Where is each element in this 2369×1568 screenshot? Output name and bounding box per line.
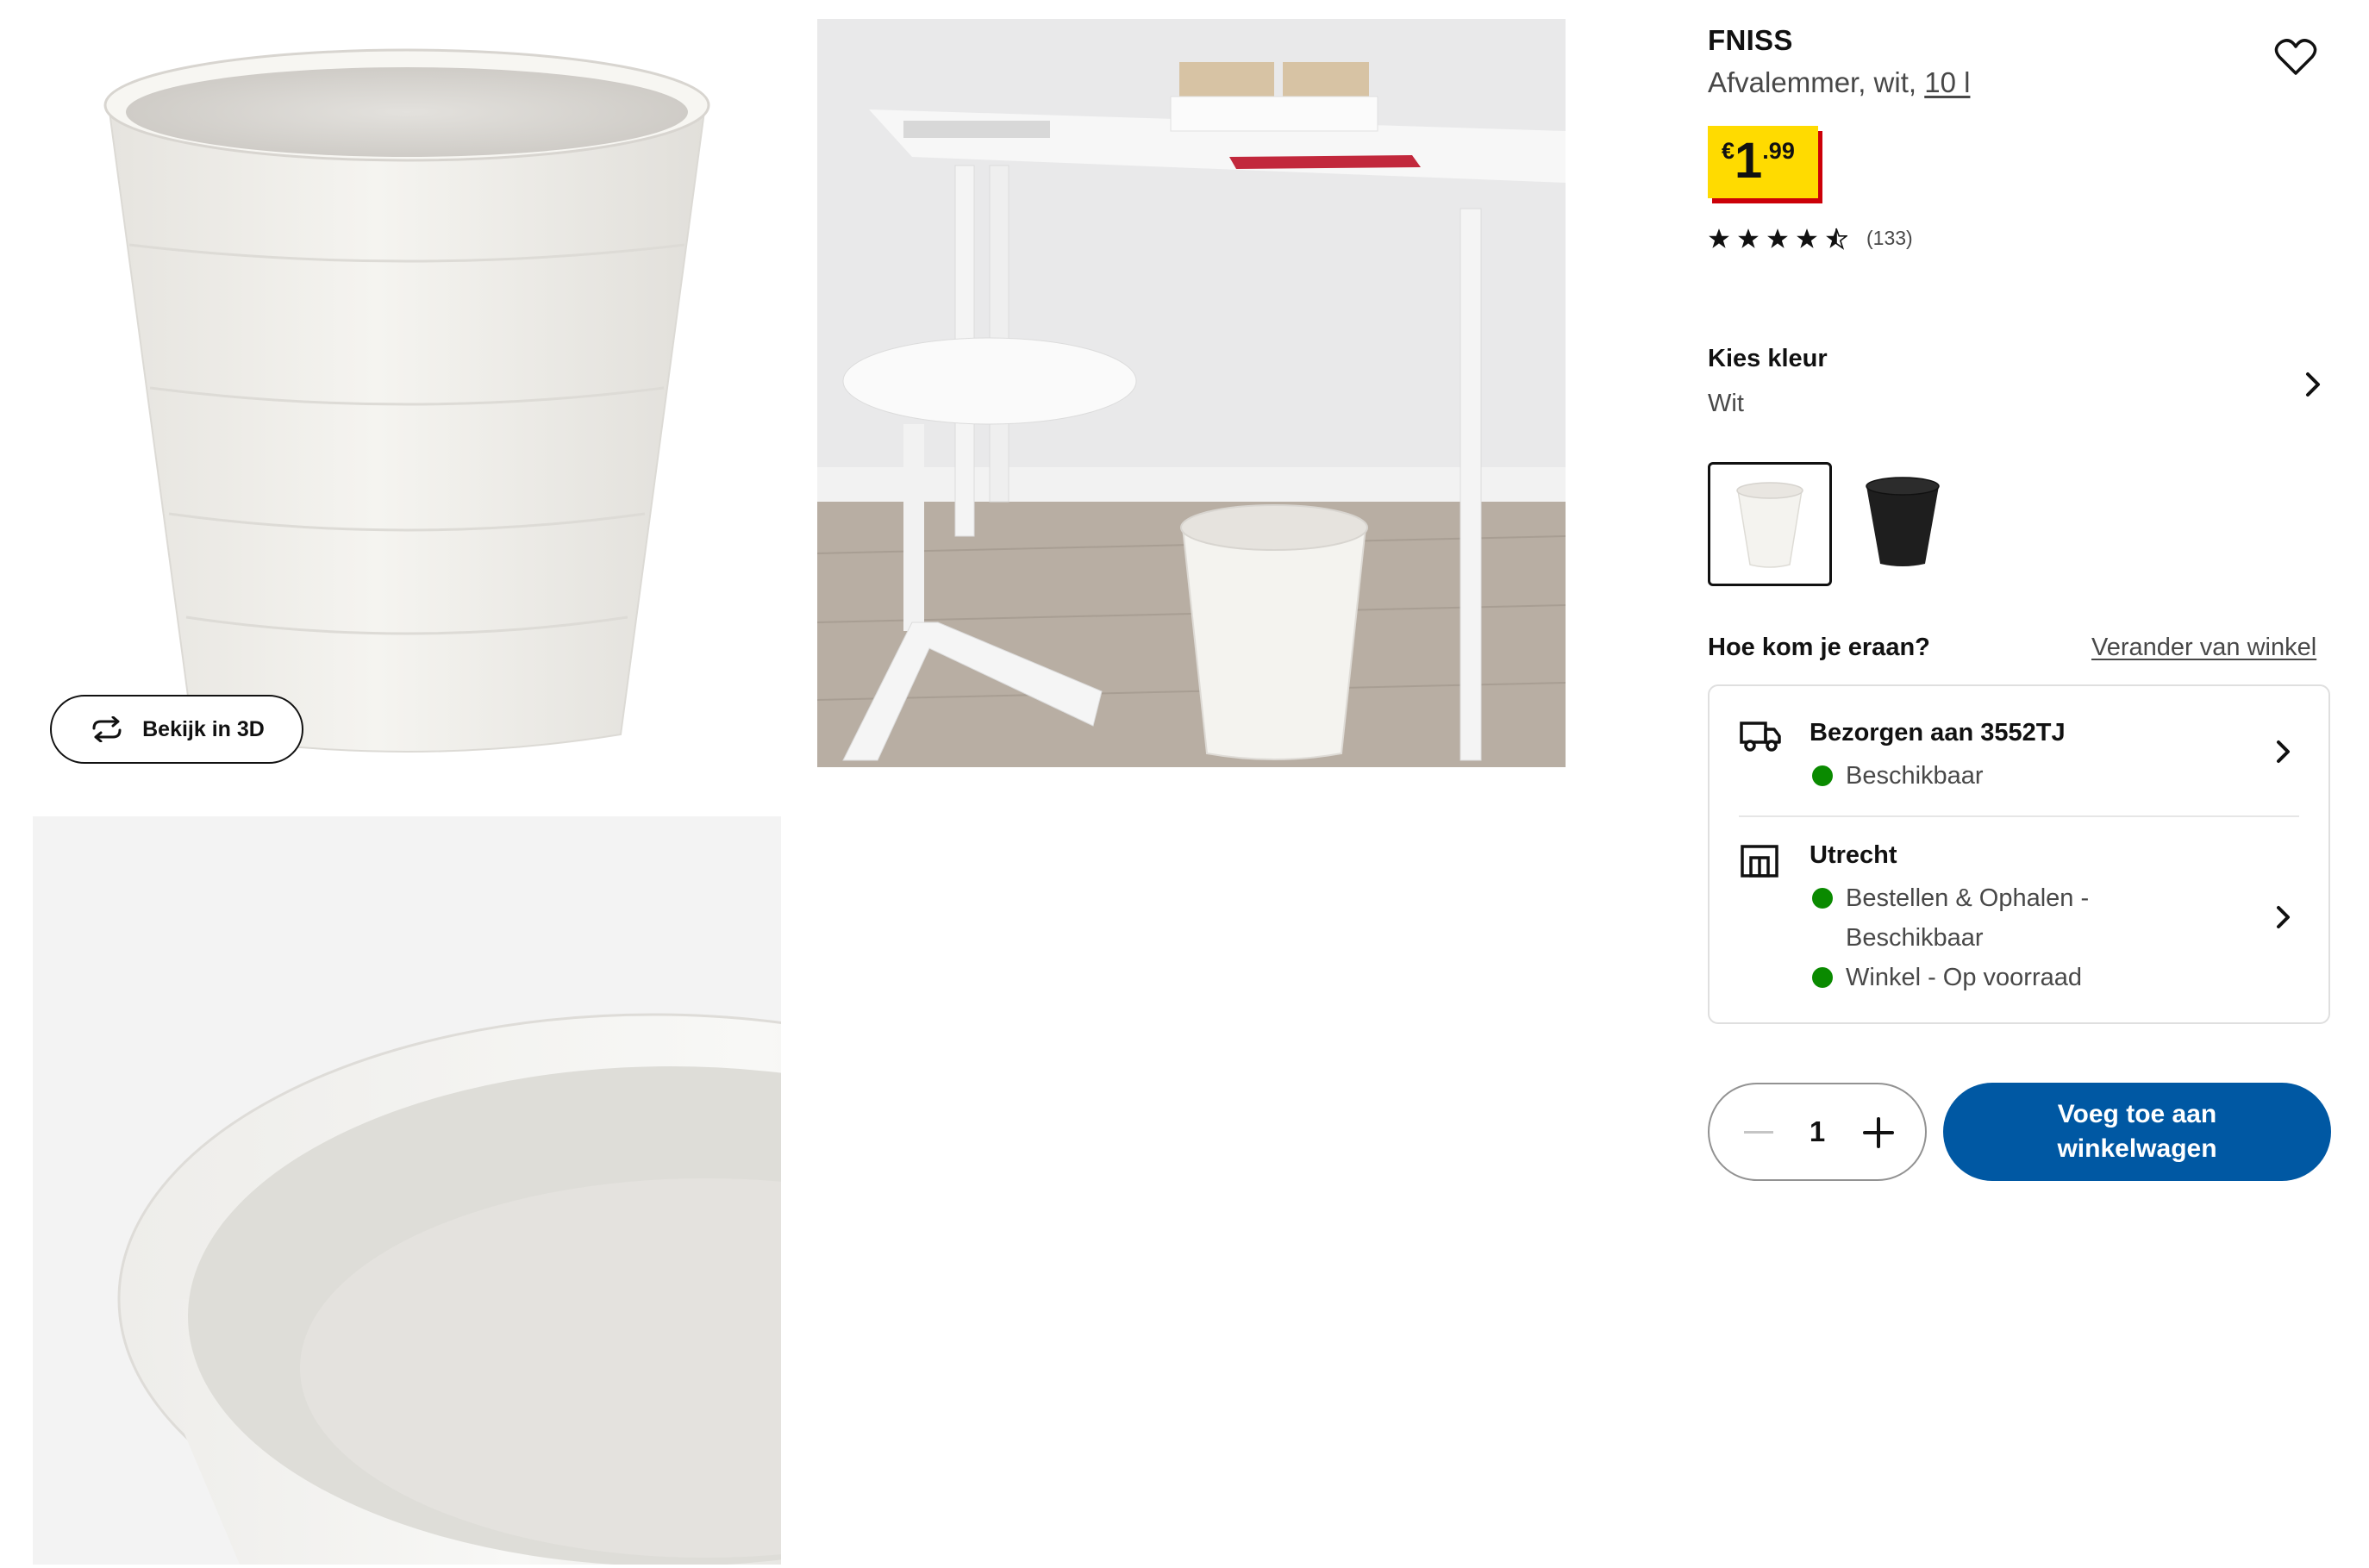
availability-card: Bezorgen aan 3552TJ Beschikbaar Utrecht … [1708, 684, 2330, 1024]
delivery-title: Bezorgen aan 3552TJ [1810, 719, 2066, 747]
plus-icon[interactable] [1863, 1117, 1894, 1148]
room-scene-image [817, 19, 1566, 767]
star-full-icon [1797, 228, 1817, 248]
view-3d-button[interactable]: Bekijk in 3D [50, 695, 303, 764]
price-currency: € [1722, 138, 1735, 164]
black-bin-thumbnail [1866, 477, 1940, 566]
color-picker-label: Kies kleur [1708, 345, 1828, 372]
change-store-link[interactable]: Verander van winkel [2091, 634, 2316, 662]
price-tag: € 1 .99 [1708, 126, 1818, 198]
star-full-icon [1709, 228, 1729, 248]
store-title: Utrecht [1810, 841, 1897, 869]
product-subtitle: Afvalemmer, wit, 10 l [1708, 66, 1970, 99]
color-picker-selected: Wit [1708, 390, 1744, 417]
status-dot [1812, 765, 1833, 786]
in-store-status: Winkel - Op voorraad [1846, 964, 2082, 991]
color-swatch-white[interactable] [1708, 462, 1832, 586]
status-dot [1812, 888, 1833, 909]
product-photo-main[interactable]: Bekijk in 3D [33, 19, 781, 767]
color-swatch-black[interactable] [1841, 462, 1965, 586]
click-collect-text: Bestellen & Ophalen - [1846, 884, 2090, 912]
rotate-3d-icon [92, 716, 122, 742]
chevron-right-icon [2277, 740, 2290, 763]
store-row[interactable]: Utrecht Bestellen & Ophalen - Beschikbaa… [1710, 817, 2328, 1022]
star-half-icon [1826, 228, 1847, 250]
star-full-icon [1738, 228, 1759, 248]
view-3d-label: Bekijk in 3D [142, 716, 265, 741]
quantity-stepper[interactable]: 1 [1708, 1083, 1927, 1181]
truck-icon [1740, 722, 1781, 752]
product-photo-room[interactable] [817, 19, 1566, 767]
chevron-right-icon[interactable] [2300, 369, 2326, 400]
bin-closeup-image [33, 816, 781, 1565]
delivery-status: Beschikbaar [1846, 762, 1984, 790]
chevron-right-icon [2277, 906, 2290, 928]
click-collect-status: Beschikbaar [1846, 924, 1984, 952]
white-bin-image [103, 48, 710, 753]
product-type: Afvalemmer, wit, [1708, 66, 1925, 98]
product-name: FNISS [1708, 24, 1793, 56]
star-full-icon [1767, 228, 1788, 248]
delivery-row[interactable]: Bezorgen aan 3552TJ Beschikbaar [1710, 686, 2328, 815]
availability-heading: Hoe kom je eraan? [1708, 634, 1930, 661]
price-decimal: .99 [1762, 138, 1795, 164]
product-photo-detail[interactable] [33, 816, 781, 1565]
heart-icon[interactable] [2274, 38, 2317, 76]
status-dot [1812, 967, 1833, 988]
add-to-cart-button[interactable]: Voeg toe aan winkelwagen [1943, 1083, 2331, 1181]
white-bin-thumbnail [1736, 482, 1803, 568]
store-icon [1741, 845, 1778, 878]
price-integer: 1 [1735, 133, 1763, 189]
rating[interactable]: (133) [1708, 227, 1913, 250]
size-link[interactable]: 10 l [1924, 66, 1970, 98]
rating-count: (133) [1866, 227, 1913, 249]
